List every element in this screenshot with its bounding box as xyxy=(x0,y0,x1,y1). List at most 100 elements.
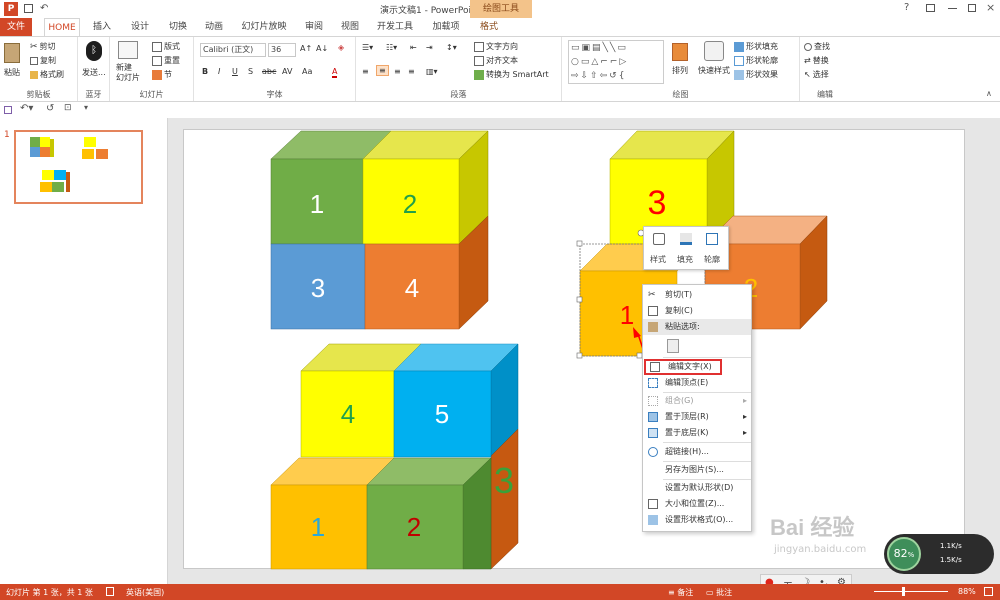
redo-icon[interactable]: ↺ xyxy=(46,103,54,114)
arrange-icon[interactable] xyxy=(672,43,688,61)
char-spacing-button[interactable]: AV xyxy=(282,67,292,76)
line-spacing-icon[interactable]: ↕▾ xyxy=(446,43,457,52)
shape-outline-button[interactable]: 形状轮廓 xyxy=(734,55,778,66)
save-icon[interactable] xyxy=(24,4,33,13)
tab-developer[interactable]: 开发工具 xyxy=(372,18,418,36)
tab-review[interactable]: 审阅 xyxy=(300,18,328,36)
ribbon-display-icon[interactable] xyxy=(926,4,935,12)
increase-indent-icon[interactable]: ⇥ xyxy=(426,43,433,52)
menu-item-edit-points[interactable]: 编辑顶点(E) xyxy=(643,375,753,391)
tab-transitions[interactable]: 切换 xyxy=(164,18,192,36)
justify-icon[interactable]: ≡ xyxy=(408,67,415,76)
menu-item-save-as-picture[interactable]: 另存为图片(S)... xyxy=(643,462,753,478)
menu-item-send-back[interactable]: 置于底层(K) ▸ xyxy=(643,425,753,441)
paste-option-icon[interactable] xyxy=(667,339,679,353)
grow-font-icon[interactable]: A↑ xyxy=(300,44,312,53)
smartart-button[interactable]: 转换为 SmartArt xyxy=(474,69,549,80)
select-button[interactable]: ↖ 选择 xyxy=(804,69,829,80)
save-icon[interactable] xyxy=(4,106,12,114)
tab-slideshow[interactable]: 幻灯片放映 xyxy=(238,18,290,36)
bullets-icon[interactable]: ☰▾ xyxy=(362,43,373,52)
tab-insert[interactable]: 插入 xyxy=(88,18,116,36)
menu-item-set-default[interactable]: 设置为默认形状(D) xyxy=(643,480,753,496)
replace-button[interactable]: ⇄ 替换 xyxy=(804,55,829,66)
paste-button[interactable]: 粘贴 xyxy=(4,67,20,78)
arrange-button[interactable]: 排列 xyxy=(672,65,688,76)
language-label[interactable]: 英语(美国) xyxy=(126,587,164,598)
mini-outline-button[interactable]: 轮廓 xyxy=(704,254,720,265)
undo-icon[interactable]: ↶ xyxy=(40,3,48,14)
new-slide-icon[interactable] xyxy=(118,41,138,59)
notes-button[interactable]: ≡ 备注 xyxy=(668,587,693,598)
align-center-icon[interactable]: ≡ xyxy=(376,65,389,76)
bluetooth-send-button[interactable]: 发送... xyxy=(82,67,106,78)
tab-design[interactable]: 设计 xyxy=(126,18,154,36)
align-left-icon[interactable]: ≡ xyxy=(362,67,369,76)
menu-item-copy[interactable]: 复制(C) xyxy=(643,303,753,319)
align-right-icon[interactable]: ≡ xyxy=(394,67,401,76)
paste-icon[interactable] xyxy=(4,43,20,63)
cut-button[interactable]: ✂ 剪切 xyxy=(30,41,56,52)
font-name-select[interactable]: Calibri (正文) xyxy=(200,43,266,57)
font-size-select[interactable]: 36 xyxy=(268,43,296,57)
menu-item-size-position[interactable]: 大小和位置(Z)... xyxy=(643,496,753,512)
columns-icon[interactable]: ▥▾ xyxy=(426,67,438,76)
text-direction-button[interactable]: 文字方向 xyxy=(474,41,518,52)
decrease-indent-icon[interactable]: ⇤ xyxy=(410,43,417,52)
minimize-icon[interactable] xyxy=(948,8,957,9)
help-icon[interactable]: ? xyxy=(904,2,909,13)
shape-effects-button[interactable]: 形状效果 xyxy=(734,69,778,80)
menu-item-bring-front[interactable]: 置于顶层(R) ▸ xyxy=(643,409,753,425)
underline-button[interactable]: U xyxy=(232,67,238,76)
fit-slide-icon[interactable] xyxy=(984,587,993,596)
fill-icon[interactable] xyxy=(680,233,692,245)
spellcheck-icon[interactable] xyxy=(106,587,114,596)
numbering-icon[interactable]: ☷▾ xyxy=(386,43,397,52)
quick-styles-button[interactable]: 快速样式 xyxy=(698,65,730,76)
customize-icon[interactable]: ⊡ xyxy=(64,103,72,113)
tab-home[interactable]: HOME xyxy=(44,18,80,36)
slide[interactable]: 1 2 3 4 4 5 1 2 3 3 1 xyxy=(183,129,965,570)
bold-button[interactable]: B xyxy=(202,67,208,76)
slide-thumbnail[interactable] xyxy=(14,130,143,204)
menu-item-cut[interactable]: ✂ 剪切(T) xyxy=(643,287,753,303)
collapse-ribbon-icon[interactable]: ∧ xyxy=(986,89,992,98)
quick-styles-icon[interactable] xyxy=(704,41,724,61)
new-slide-button[interactable]: 新建 幻灯片 xyxy=(116,63,140,83)
zoom-thumb[interactable] xyxy=(902,587,905,596)
italic-button[interactable]: I xyxy=(218,67,220,76)
menu-item-edit-text[interactable]: 编辑文字(X) xyxy=(644,359,722,375)
zoom-slider[interactable] xyxy=(874,591,948,592)
mini-fill-button[interactable]: 填充 xyxy=(677,254,693,265)
menu-item-hyperlink[interactable]: 超链接(H)... xyxy=(643,444,753,460)
tab-format[interactable]: 格式 xyxy=(474,18,504,36)
shapes-gallery[interactable]: ▭▣▤╲╲▭ ○▭△⌐⌐▷ ⇨⇩⇧⇦↺{ xyxy=(568,40,664,84)
format-painter-button[interactable]: 格式刷 xyxy=(30,69,64,80)
find-button[interactable]: 查找 xyxy=(804,41,830,52)
menu-item-format-shape[interactable]: 设置形状格式(O)... xyxy=(643,512,753,528)
undo-icon[interactable]: ↶▾ xyxy=(20,103,33,114)
layout-button[interactable]: 版式 xyxy=(152,41,180,52)
tab-file[interactable]: 文件 xyxy=(0,18,32,36)
comments-button[interactable]: ▭ 批注 xyxy=(706,587,732,598)
tab-addins[interactable]: 加载项 xyxy=(426,18,466,36)
clear-format-icon[interactable]: ◈ xyxy=(338,43,344,52)
change-case-button[interactable]: Aa xyxy=(302,67,312,76)
style-icon[interactable] xyxy=(653,233,665,245)
copy-button[interactable]: 复制 xyxy=(30,55,56,66)
section-button[interactable]: 节 xyxy=(152,69,172,80)
mini-style-button[interactable]: 样式 xyxy=(650,254,666,265)
align-text-button[interactable]: 对齐文本 xyxy=(474,55,518,66)
shrink-font-icon[interactable]: A↓ xyxy=(316,44,328,53)
outline-icon[interactable] xyxy=(706,233,718,245)
bluetooth-icon[interactable]: ᛒ xyxy=(86,41,102,61)
qat-menu-icon[interactable]: ▾ xyxy=(84,103,88,112)
shape-fill-button[interactable]: 形状填充 xyxy=(734,41,778,52)
strikethrough-button[interactable]: S xyxy=(248,67,253,76)
tab-view[interactable]: 视图 xyxy=(336,18,364,36)
zoom-level[interactable]: 88% xyxy=(958,587,976,596)
close-icon[interactable]: × xyxy=(986,1,995,14)
reset-button[interactable]: 重置 xyxy=(152,55,180,66)
shadow-button[interactable]: abc xyxy=(262,67,276,76)
tab-animations[interactable]: 动画 xyxy=(200,18,228,36)
